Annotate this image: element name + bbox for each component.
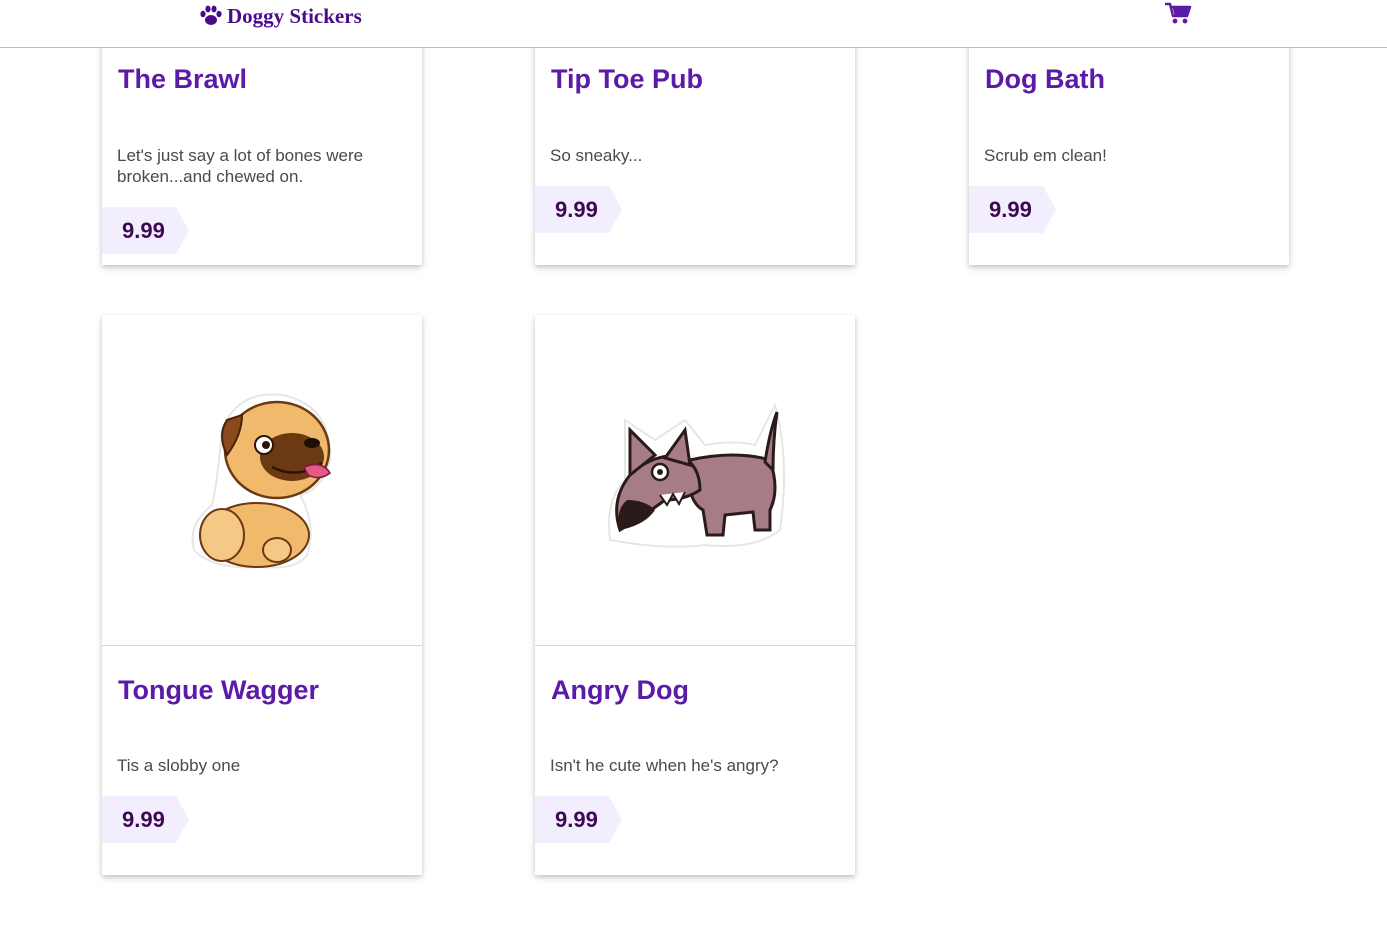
product-title[interactable]: Tip Toe Pub: [551, 64, 703, 95]
cart-button[interactable]: [1164, 2, 1192, 24]
product-image-area[interactable]: [102, 315, 422, 646]
navbar: Doggy Stickers: [0, 0, 1387, 48]
price-tag: 9.99: [102, 796, 189, 843]
pug-sticker-image: [191, 393, 332, 569]
product-description: Scrub em clean!: [984, 146, 1107, 165]
product-title[interactable]: Angry Dog: [551, 675, 689, 706]
price-tag: 9.99: [969, 186, 1056, 233]
paw-icon: [200, 5, 222, 25]
product-image-area[interactable]: [535, 315, 855, 646]
shopping-cart-icon: [1165, 2, 1192, 24]
product-title[interactable]: The Brawl: [118, 64, 247, 95]
price-tag: 9.99: [535, 796, 622, 843]
brand-link[interactable]: Doggy Stickers: [199, 3, 362, 29]
product-card-tongue-wagger: Tongue Wagger Tis a slobby one 9.99: [102, 315, 422, 875]
product-description: Isn't he cute when he's angry?: [550, 756, 779, 775]
product-description: So sneaky...: [550, 146, 643, 165]
product-title[interactable]: Tongue Wagger: [118, 675, 319, 706]
product-title[interactable]: Dog Bath: [985, 64, 1105, 95]
product-description: Tis a slobby one: [117, 756, 241, 775]
product-description: Let's just say a lot of bones were broke…: [117, 146, 364, 186]
brand-name: Doggy Stickers: [227, 3, 362, 28]
product-card-angry-dog: Angry Dog Isn't he cute when he's angry?…: [535, 315, 855, 875]
angry-dog-sticker-image: [608, 402, 785, 548]
price-tag: 9.99: [535, 186, 622, 233]
price-tag: 9.99: [102, 207, 189, 254]
